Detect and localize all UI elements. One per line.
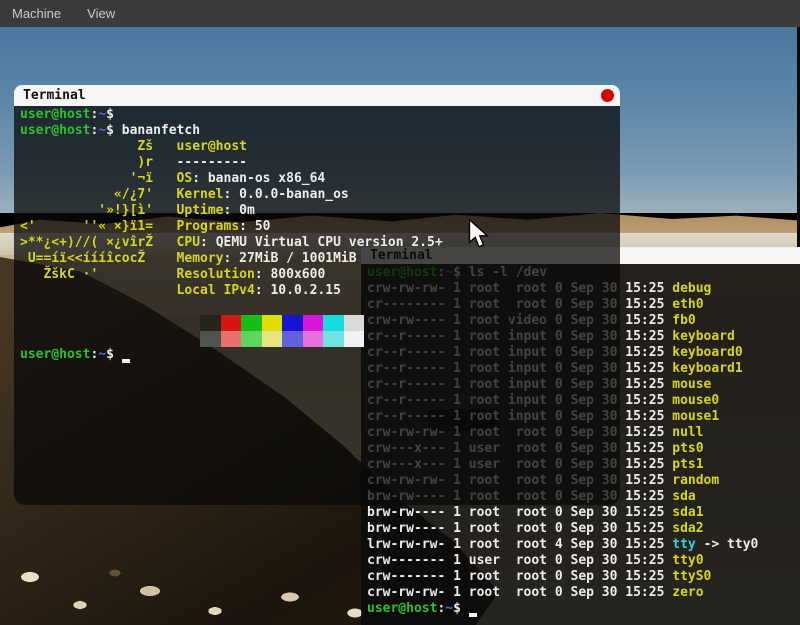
vm-screen: Machine View Terminal user@host:~$ ls -l… <box>0 0 800 625</box>
palette-swatch <box>344 315 365 331</box>
terminal-line: user@host:~$ bananfetch <box>20 123 620 139</box>
terminal-line: «/¿7' Kernel: 0.0.0-banan_os <box>20 187 620 203</box>
palette-swatch <box>282 315 303 331</box>
terminal-line: brw-rw---- 1 root root 0 Sep 30 15:25 sd… <box>367 521 800 537</box>
terminal-line: crw------- 1 root root 0 Sep 30 15:25 tt… <box>367 569 800 585</box>
palette-swatch <box>200 331 221 347</box>
palette-swatch <box>241 315 262 331</box>
color-palette-row <box>200 315 620 331</box>
terminal-line: <' ''« ×}ï1= Programs: 50 <box>20 219 620 235</box>
terminal-line: lrw-rw-rw- 1 root root 4 Sep 30 15:25 tt… <box>367 537 800 553</box>
terminal-front-titlebar[interactable]: Terminal <box>14 85 620 106</box>
terminal-line: '¬ï OS: banan-os x86_64 <box>20 171 620 187</box>
palette-swatch <box>282 331 303 347</box>
terminal-line: >**¿<+)//( ×¿vîrŽ CPU: QEMU Virtual CPU … <box>20 235 620 251</box>
palette-swatch <box>323 315 344 331</box>
terminal-line <box>20 299 620 315</box>
terminal-line: Local IPv4: 10.0.2.15 <box>20 283 620 299</box>
menu-bar: Machine View <box>0 0 800 27</box>
palette-swatch <box>303 331 324 347</box>
palette-swatch <box>241 331 262 347</box>
close-button[interactable] <box>601 89 614 102</box>
terminal-line: user@host:~$ <box>20 107 620 123</box>
terminal-line: ŽškC ·' Resolution: 800x600 <box>20 267 620 283</box>
terminal-line: crw-rw-rw- 1 root root 0 Sep 30 15:25 ze… <box>367 585 800 601</box>
terminal-line: crw------- 1 user root 0 Sep 30 15:25 tt… <box>367 553 800 569</box>
menu-item-view[interactable]: View <box>87 6 115 21</box>
terminal-front-title: Terminal <box>23 88 86 103</box>
color-palette-row <box>200 331 620 347</box>
palette-swatch <box>221 315 242 331</box>
wallpaper-rocks <box>0 547 420 625</box>
terminal-line: user@host:~$ <box>367 601 800 617</box>
palette-swatch <box>200 315 221 331</box>
mouse-cursor-icon <box>468 219 489 253</box>
terminal-line: '»!}[ì' Uptime: 0m <box>20 203 620 219</box>
menu-item-machine[interactable]: Machine <box>12 6 61 21</box>
terminal-line: user@host:~$ <box>20 347 620 363</box>
palette-swatch <box>303 315 324 331</box>
palette-swatch <box>323 331 344 347</box>
terminal-front-output[interactable]: user@host:~$ user@host:~$ bananfetch Zš … <box>14 106 620 505</box>
terminal-line: Zš user@host <box>20 139 620 155</box>
palette-swatch <box>344 331 365 347</box>
palette-swatch <box>262 331 283 347</box>
terminal-line: U==íï<<íííîcocŽ Memory: 27MiB / 1001MiB <box>20 251 620 267</box>
palette-swatch <box>262 315 283 331</box>
palette-swatch <box>221 331 242 347</box>
terminal-line: brw-rw---- 1 root root 0 Sep 30 15:25 sd… <box>367 505 800 521</box>
terminal-window-front[interactable]: Terminal user@host:~$ user@host:~$ banan… <box>14 85 620 505</box>
text-cursor <box>122 349 130 363</box>
terminal-line: )r --------- <box>20 155 620 171</box>
text-cursor <box>469 603 477 617</box>
